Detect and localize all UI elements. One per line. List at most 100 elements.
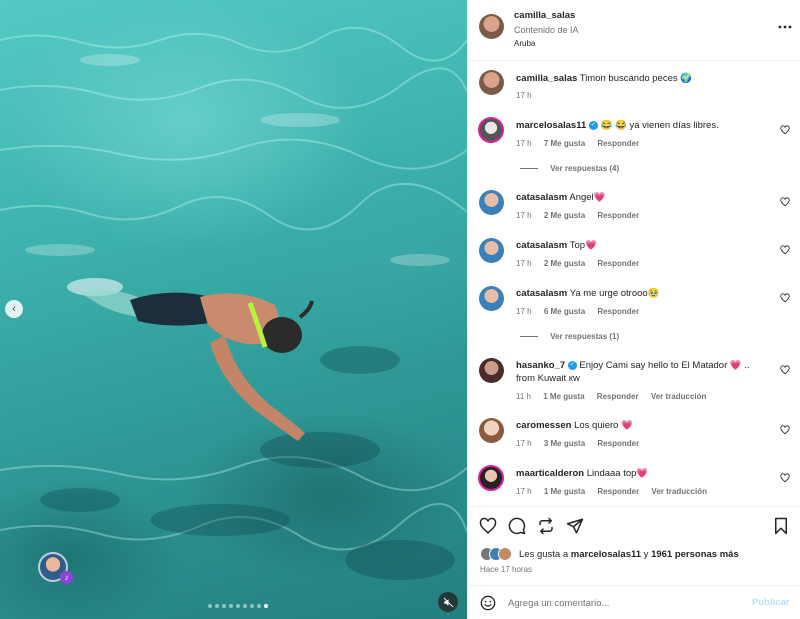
see-translation-link[interactable]: Ver traducción <box>651 487 707 496</box>
previous-slide-button[interactable]: ‹ <box>5 300 23 318</box>
like-comment-heart-icon[interactable] <box>780 197 790 207</box>
mute-button[interactable] <box>438 592 458 612</box>
action-bar: Les gusta a marcelosalas11 y 1961 person… <box>468 506 800 586</box>
comment-likes[interactable]: 1 Me gusta <box>544 487 585 496</box>
comment-meta: 17 h 3 Me gusta Responder <box>516 439 649 448</box>
comment-username[interactable]: catasalasm <box>516 288 567 299</box>
comment-avatar[interactable] <box>479 358 504 383</box>
liker-avatar <box>498 547 512 561</box>
post-timestamp[interactable]: Hace 17 horas <box>480 565 532 574</box>
comment-meta: 17 h 7 Me gusta Responder <box>516 139 649 148</box>
view-replies-link[interactable]: Ver respuestas (1) <box>550 332 619 341</box>
comment-avatar[interactable] <box>479 190 504 215</box>
comment-time[interactable]: 17 h <box>516 487 532 496</box>
caption-username[interactable]: camilla_salas <box>516 73 577 84</box>
publish-button[interactable]: Publicar <box>752 597 790 608</box>
comment-username[interactable]: catasalasm <box>516 240 567 251</box>
comment-input[interactable] <box>508 594 738 612</box>
comment-time[interactable]: 17 h <box>516 259 532 268</box>
liked-by-text: Les gusta a marcelosalas11 y 1961 person… <box>519 549 739 560</box>
liked-by-joiner: y <box>643 549 649 560</box>
slide-dot <box>249 604 254 608</box>
comment-time[interactable]: 11 h <box>516 392 531 401</box>
comment-username[interactable]: catasalasm <box>516 192 567 203</box>
like-comment-heart-icon[interactable] <box>780 473 790 483</box>
reply-button[interactable]: Responder <box>597 307 639 316</box>
like-comment-heart-icon[interactable] <box>780 245 790 255</box>
comment-likes[interactable]: 2 Me gusta <box>544 211 585 220</box>
comment-text: 😂 😂 ya vienen días libres. <box>600 120 719 131</box>
post-location[interactable]: Aruba <box>514 39 535 48</box>
see-translation-link[interactable]: Ver traducción <box>651 392 707 401</box>
like-comment-heart-icon[interactable] <box>780 365 790 375</box>
caption-avatar[interactable] <box>479 70 504 95</box>
comment-text: Enjoy Cami say hello to El Matador 💗 .. <box>579 360 750 371</box>
replies-divider <box>520 336 538 338</box>
like-comment-heart-icon[interactable] <box>780 293 790 303</box>
share-paper-plane-icon[interactable] <box>566 517 584 535</box>
view-replies-row[interactable]: Ver respuestas (4) <box>520 164 619 173</box>
slide-dot <box>221 604 226 608</box>
liked-by-others[interactable]: 1961 personas más <box>651 549 739 560</box>
repost-icon[interactable] <box>537 517 555 535</box>
post-media[interactable]: ‹ ♪ <box>0 0 467 619</box>
liked-by-avatars[interactable] <box>480 547 516 561</box>
author-avatar[interactable] <box>479 14 504 39</box>
view-replies-link[interactable]: Ver respuestas (4) <box>550 164 619 173</box>
reply-button[interactable]: Responder <box>597 439 639 448</box>
comment-time[interactable]: 17 h <box>516 211 532 220</box>
comment-time[interactable]: 17 h <box>516 307 532 316</box>
slide-indicator <box>0 604 467 608</box>
like-comment-heart-icon[interactable] <box>780 425 790 435</box>
comment-username[interactable]: caromessen <box>516 420 571 431</box>
like-comment-heart-icon[interactable] <box>780 125 790 135</box>
view-replies-row[interactable]: Ver respuestas (1) <box>520 332 619 341</box>
post-header: camilla_salas Contenido de IA Aruba <box>468 0 800 61</box>
caption-time[interactable]: 17 h <box>516 91 532 100</box>
comment-text: Ya me urge otrooo🥹 <box>569 288 660 299</box>
comment-line: catasalasm Angel💗 <box>516 192 606 203</box>
comment-likes[interactable]: 7 Me gusta <box>544 139 585 148</box>
save-bookmark-icon[interactable] <box>773 517 789 535</box>
comment-likes[interactable]: 6 Me gusta <box>544 307 585 316</box>
emoji-smiley-icon[interactable] <box>480 595 496 611</box>
comment-meta: 17 h 1 Me gusta Responder Ver traducción <box>516 487 717 496</box>
comment-avatar[interactable] <box>479 418 504 443</box>
liked-by-prefix: Les gusta a <box>519 549 569 560</box>
comment-meta: 11 h 1 Me gusta Responder Ver traducción <box>516 392 716 401</box>
comment-avatar[interactable] <box>478 117 504 143</box>
comment-meta: 17 h 6 Me gusta Responder <box>516 307 649 316</box>
speaker-muted-icon <box>443 597 453 607</box>
comment-likes[interactable]: 3 Me gusta <box>544 439 585 448</box>
comment-likes[interactable]: 1 Me gusta <box>543 392 584 401</box>
comment-line: catasalasm Ya me urge otrooo🥹 <box>516 288 660 299</box>
like-heart-icon[interactable] <box>479 517 497 535</box>
comment-line: maarticalderon Lindaaa top💗 <box>516 468 648 479</box>
comment-avatar[interactable] <box>478 465 504 491</box>
reply-button[interactable]: Responder <box>597 392 639 401</box>
reply-button[interactable]: Responder <box>597 139 639 148</box>
comment-time[interactable]: 17 h <box>516 439 532 448</box>
comment-text: Angel💗 <box>569 192 606 203</box>
reply-button[interactable]: Responder <box>597 259 639 268</box>
ai-content-label[interactable]: Contenido de IA <box>514 25 579 35</box>
reply-button[interactable]: Responder <box>597 487 639 496</box>
comment-text: Lindaaa top💗 <box>586 468 649 479</box>
comment-line: hasanko_7 ✓ Enjoy Cami say hello to El M… <box>516 360 750 371</box>
slide-dot <box>242 604 247 608</box>
liked-by-user[interactable]: marcelosalas11 <box>571 549 641 560</box>
more-options-icon[interactable] <box>778 22 792 32</box>
comment-avatar[interactable] <box>479 238 504 263</box>
author-username[interactable]: camilla_salas <box>514 10 575 21</box>
reply-button[interactable]: Responder <box>597 211 639 220</box>
comment-meta: 17 h 2 Me gusta Responder <box>516 259 649 268</box>
comment-username[interactable]: maarticalderon <box>516 468 584 479</box>
comment-text: Top💗 <box>569 240 597 251</box>
comment-bubble-icon[interactable] <box>508 517 526 535</box>
comment-likes[interactable]: 2 Me gusta <box>544 259 585 268</box>
comment-avatar[interactable] <box>479 286 504 311</box>
comment-username[interactable]: marcelosalas11 <box>516 120 586 131</box>
comment-time[interactable]: 17 h <box>516 139 532 148</box>
comment-username[interactable]: hasanko_7 <box>516 360 565 371</box>
replies-divider <box>520 168 538 170</box>
